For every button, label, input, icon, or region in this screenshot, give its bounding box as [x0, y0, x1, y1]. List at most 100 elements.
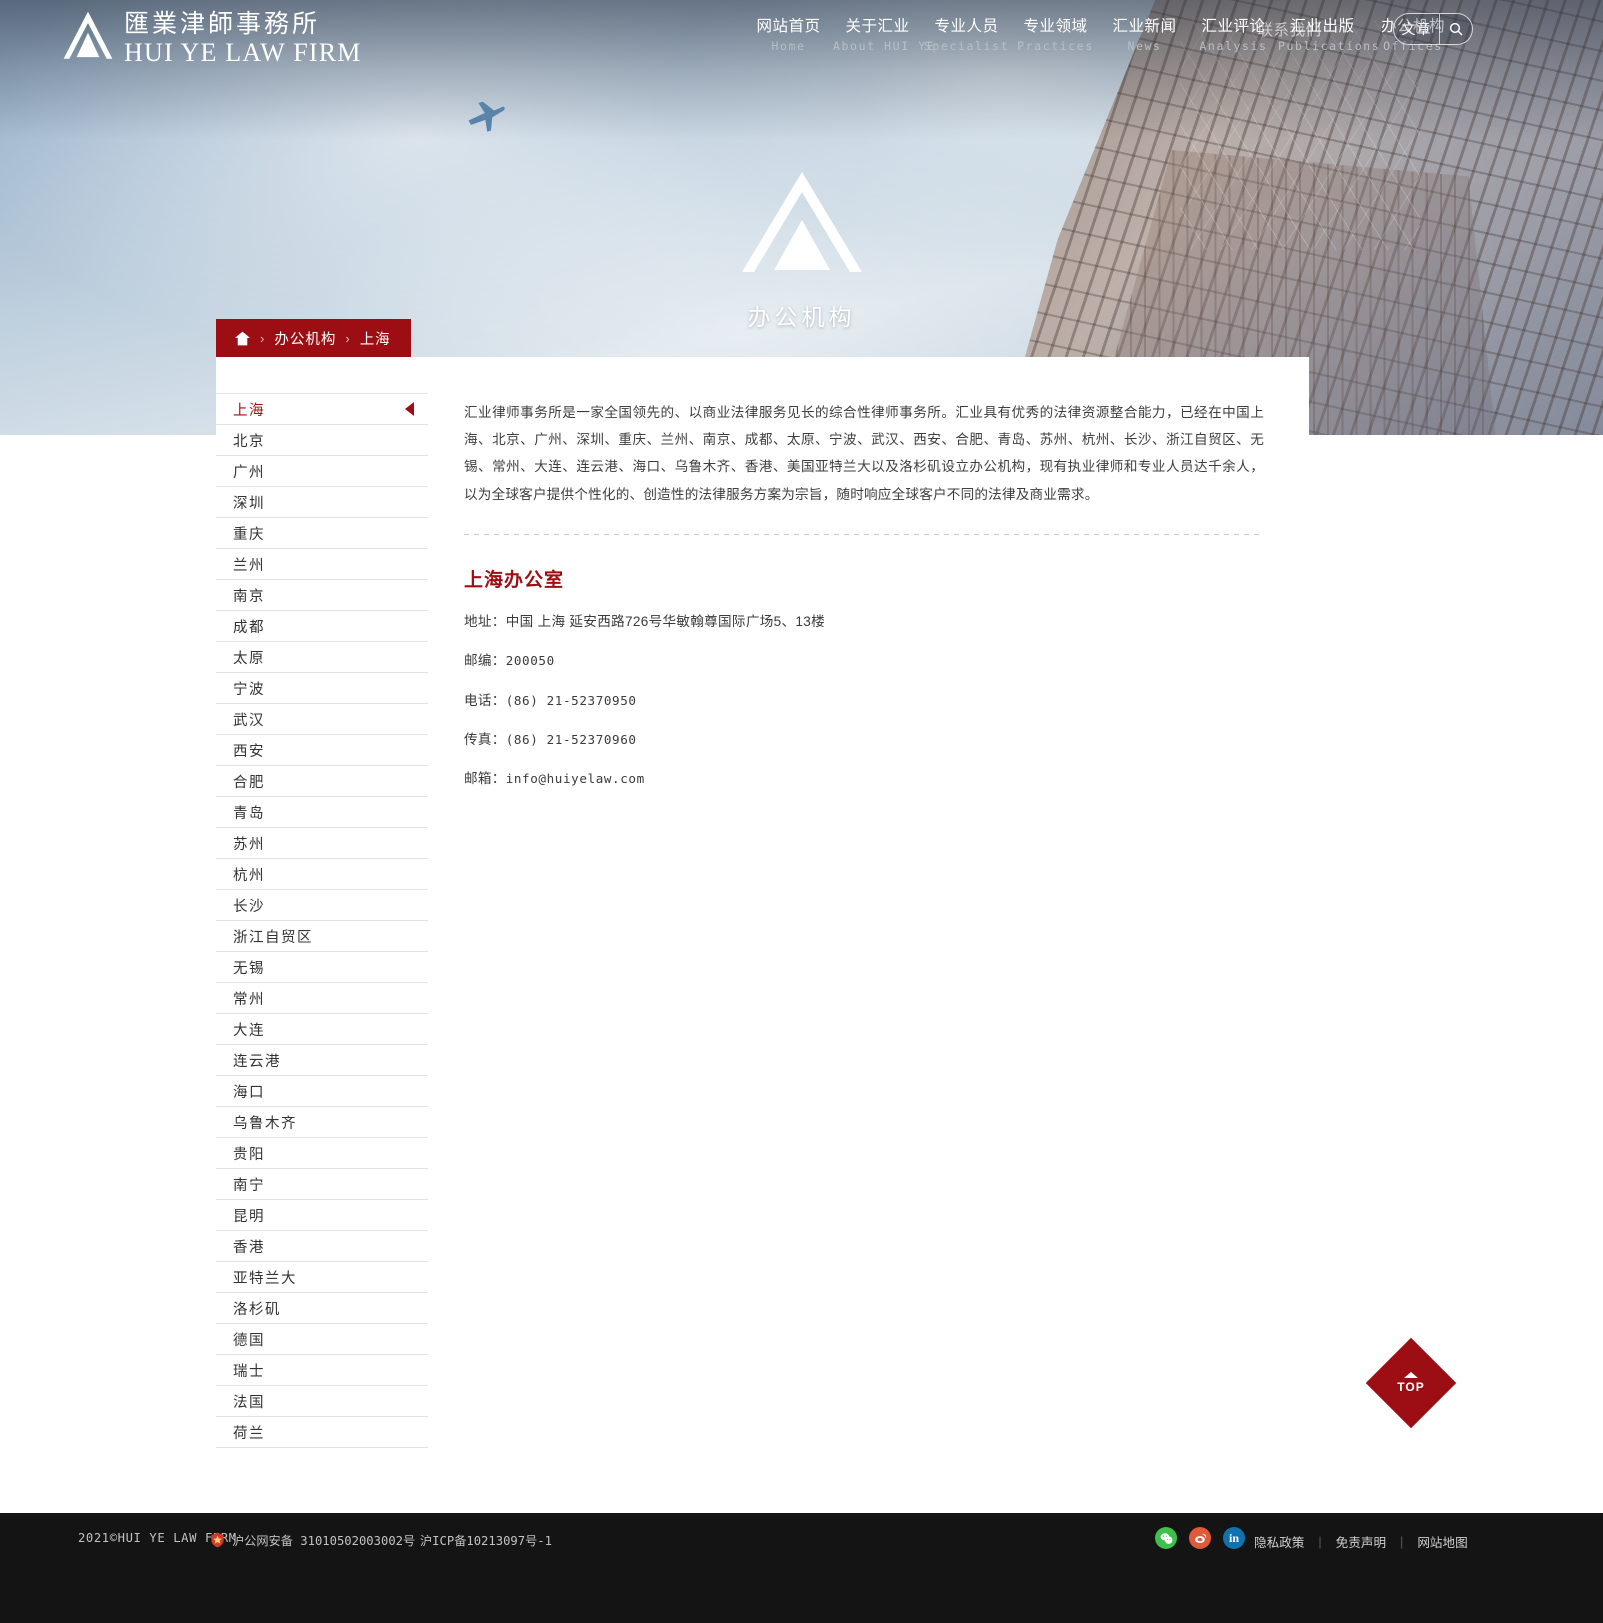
sidebar-item-dalian[interactable]: 大连 [216, 1014, 428, 1045]
sidebar-item-atlanta[interactable]: 亚特兰大 [216, 1262, 428, 1293]
intro-paragraph: 汇业律师事务所是一家全国领先的、以商业法律服务见长的综合性律师事务所。汇业具有优… [464, 405, 1264, 502]
detail-value: (86) 21-52370960 [505, 731, 637, 747]
back-to-top-button[interactable]: TOP [1365, 1337, 1457, 1429]
city-label: 北京 [233, 433, 265, 450]
breadcrumb-separator: › [260, 330, 266, 346]
nav-label-cn: 联系我们 [1257, 22, 1322, 39]
detail-label: 电话： [464, 692, 506, 708]
nav-label-en: News [1127, 39, 1162, 53]
sidebar-item-xian[interactable]: 西安 [216, 735, 428, 766]
sidebar-item-chongqing[interactable]: 重庆 [216, 518, 428, 549]
sidebar-item-urumqi[interactable]: 乌鲁木齐 [216, 1107, 428, 1138]
office-detail-address: 地址：中国 上海 延安西路726号华敏翰尊国际广场5、13楼 [464, 612, 1264, 632]
home-icon[interactable] [234, 331, 251, 346]
city-label: 武汉 [233, 712, 265, 729]
detail-value[interactable]: info@huiyelaw.com [506, 771, 645, 786]
sidebar-item-beijing[interactable]: 北京 [216, 425, 428, 456]
sidebar-item-guangzhou[interactable]: 广州 [216, 456, 428, 487]
sidebar-item-hongkong[interactable]: 香港 [216, 1231, 428, 1262]
nav-label-en: Home [771, 39, 806, 53]
sidebar-item-qingdao[interactable]: 青岛 [216, 797, 428, 828]
linkedin-icon[interactable]: in [1223, 1527, 1245, 1549]
sidebar-item-wuhan[interactable]: 武汉 [216, 704, 428, 735]
city-label: 乌鲁木齐 [233, 1115, 297, 1132]
sidebar-item-hefei[interactable]: 合肥 [216, 766, 428, 797]
office-detail-fax: 传真：(86) 21-52370960 [464, 730, 1264, 750]
sidebar-item-suzhou[interactable]: 苏州 [216, 828, 428, 859]
sidebar-item-kunming[interactable]: 昆明 [216, 1200, 428, 1231]
breadcrumb: › 办公机构 › 上海 [216, 319, 411, 357]
nav-label-cn: 专业人员 [934, 18, 999, 35]
sidebar-item-wuxi[interactable]: 无锡 [216, 952, 428, 983]
sidebar-item-france[interactable]: 法国 [216, 1386, 428, 1417]
detail-label: 邮编： [464, 653, 506, 669]
city-label: 青岛 [233, 805, 265, 822]
sidebar-item-nanjing[interactable]: 南京 [216, 580, 428, 611]
nav-item-contact-us[interactable]: 联系我们 [1245, 20, 1334, 42]
nav-item-news[interactable]: 汇业新闻 News [1100, 16, 1189, 54]
city-label: 连云港 [233, 1053, 281, 1070]
office-detail-email: 邮箱：info@huiyelaw.com [464, 769, 1264, 789]
city-label: 海口 [233, 1084, 265, 1101]
weibo-icon[interactable] [1189, 1527, 1211, 1549]
breadcrumb-separator: › [345, 330, 351, 346]
breadcrumb-item-shanghai[interactable]: 上海 [360, 328, 391, 349]
city-sidebar-list: 上海 北京 广州 深圳 重庆 兰州 南京 成都 太原 宁波 武汉 西安 合肥 青… [216, 393, 428, 1448]
sidebar-item-los-angeles[interactable]: 洛杉矶 [216, 1293, 428, 1324]
sidebar-item-chengdu[interactable]: 成都 [216, 611, 428, 642]
top-navigation-bar: 匯業津師事務所 HUI YE LAW FIRM 网站首页 Home 关于汇业 A… [0, 0, 1603, 72]
hero-center-block: 办公机构 [0, 168, 1603, 332]
city-label: 浙江自贸区 [233, 929, 313, 946]
sidebar-item-changsha[interactable]: 长沙 [216, 890, 428, 921]
search-toggle[interactable]: 文章 [1393, 13, 1473, 45]
nav-label-cn: 汇业新闻 [1112, 18, 1177, 35]
wechat-icon[interactable] [1155, 1527, 1177, 1549]
footer-icp-record[interactable]: 沪ICP备10213097号-1 [420, 1531, 552, 1549]
sidebar-item-ningbo[interactable]: 宁波 [216, 673, 428, 704]
sidebar-item-shenzhen[interactable]: 深圳 [216, 487, 428, 518]
nav-item-about[interactable]: 关于汇业 About HUI YE [833, 16, 934, 54]
footer-link-privacy[interactable]: 隐私政策 [1254, 1532, 1304, 1551]
sidebar-item-guiyang[interactable]: 贵阳 [216, 1138, 428, 1169]
sidebar-item-hangzhou[interactable]: 杭州 [216, 859, 428, 890]
city-label: 香港 [233, 1239, 265, 1256]
sidebar-item-taiyuan[interactable]: 太原 [216, 642, 428, 673]
airplane-icon [468, 101, 505, 132]
sidebar-item-changzhou[interactable]: 常州 [216, 983, 428, 1014]
city-label: 南宁 [233, 1177, 265, 1194]
sidebar-item-germany[interactable]: 德国 [216, 1324, 428, 1355]
city-label: 贵阳 [233, 1146, 265, 1163]
nav-item-practices[interactable]: 专业领域 Practices [1011, 16, 1100, 54]
city-label: 合肥 [233, 774, 265, 791]
city-label: 无锡 [233, 960, 265, 977]
sidebar-item-switzerland[interactable]: 瑞士 [216, 1355, 428, 1386]
sidebar-item-shanghai[interactable]: 上海 [216, 394, 428, 425]
office-detail-phone: 电话：(86) 21-52370950 [464, 691, 1264, 711]
city-label: 亚特兰大 [233, 1270, 297, 1287]
breadcrumb-item-offices[interactable]: 办公机构 [274, 328, 336, 349]
sidebar-item-nanning[interactable]: 南宁 [216, 1169, 428, 1200]
city-label: 广州 [233, 464, 265, 481]
nav-item-specialist[interactable]: 专业人员 Specialist [922, 16, 1011, 54]
nav-label-cn: 专业领域 [1023, 18, 1088, 35]
city-label: 苏州 [233, 836, 265, 853]
office-detail-postcode: 邮编：200050 [464, 651, 1264, 671]
main-menu: 网站首页 Home 关于汇业 About HUI YE 专业人员 Special… [744, 16, 1459, 54]
sidebar-item-zhejiang-ftz[interactable]: 浙江自贸区 [216, 921, 428, 952]
sidebar-item-lanzhou[interactable]: 兰州 [216, 549, 428, 580]
sidebar-item-netherlands[interactable]: 荷兰 [216, 1417, 428, 1448]
nav-label-en: Practices [1017, 39, 1094, 53]
nav-item-home[interactable]: 网站首页 Home [744, 16, 833, 54]
city-label: 宁波 [233, 681, 265, 698]
detail-label: 传真： [464, 731, 506, 747]
footer-link-sitemap[interactable]: 网站地图 [1417, 1532, 1467, 1551]
site-logo[interactable]: 匯業津師事務所 HUI YE LAW FIRM [62, 10, 362, 68]
footer-link-disclaimer[interactable]: 免责声明 [1336, 1532, 1386, 1551]
city-label: 瑞士 [233, 1363, 265, 1380]
footer-police-record[interactable]: 沪公网安备 31010502003002号 [210, 1531, 415, 1549]
sidebar-item-haikou[interactable]: 海口 [216, 1076, 428, 1107]
detail-value: (86) 21-52370950 [505, 692, 637, 708]
police-record-text: 沪公网安备 31010502003002号 [232, 1534, 416, 1548]
search-icon[interactable] [1440, 13, 1472, 45]
sidebar-item-lianyungang[interactable]: 连云港 [216, 1045, 428, 1076]
